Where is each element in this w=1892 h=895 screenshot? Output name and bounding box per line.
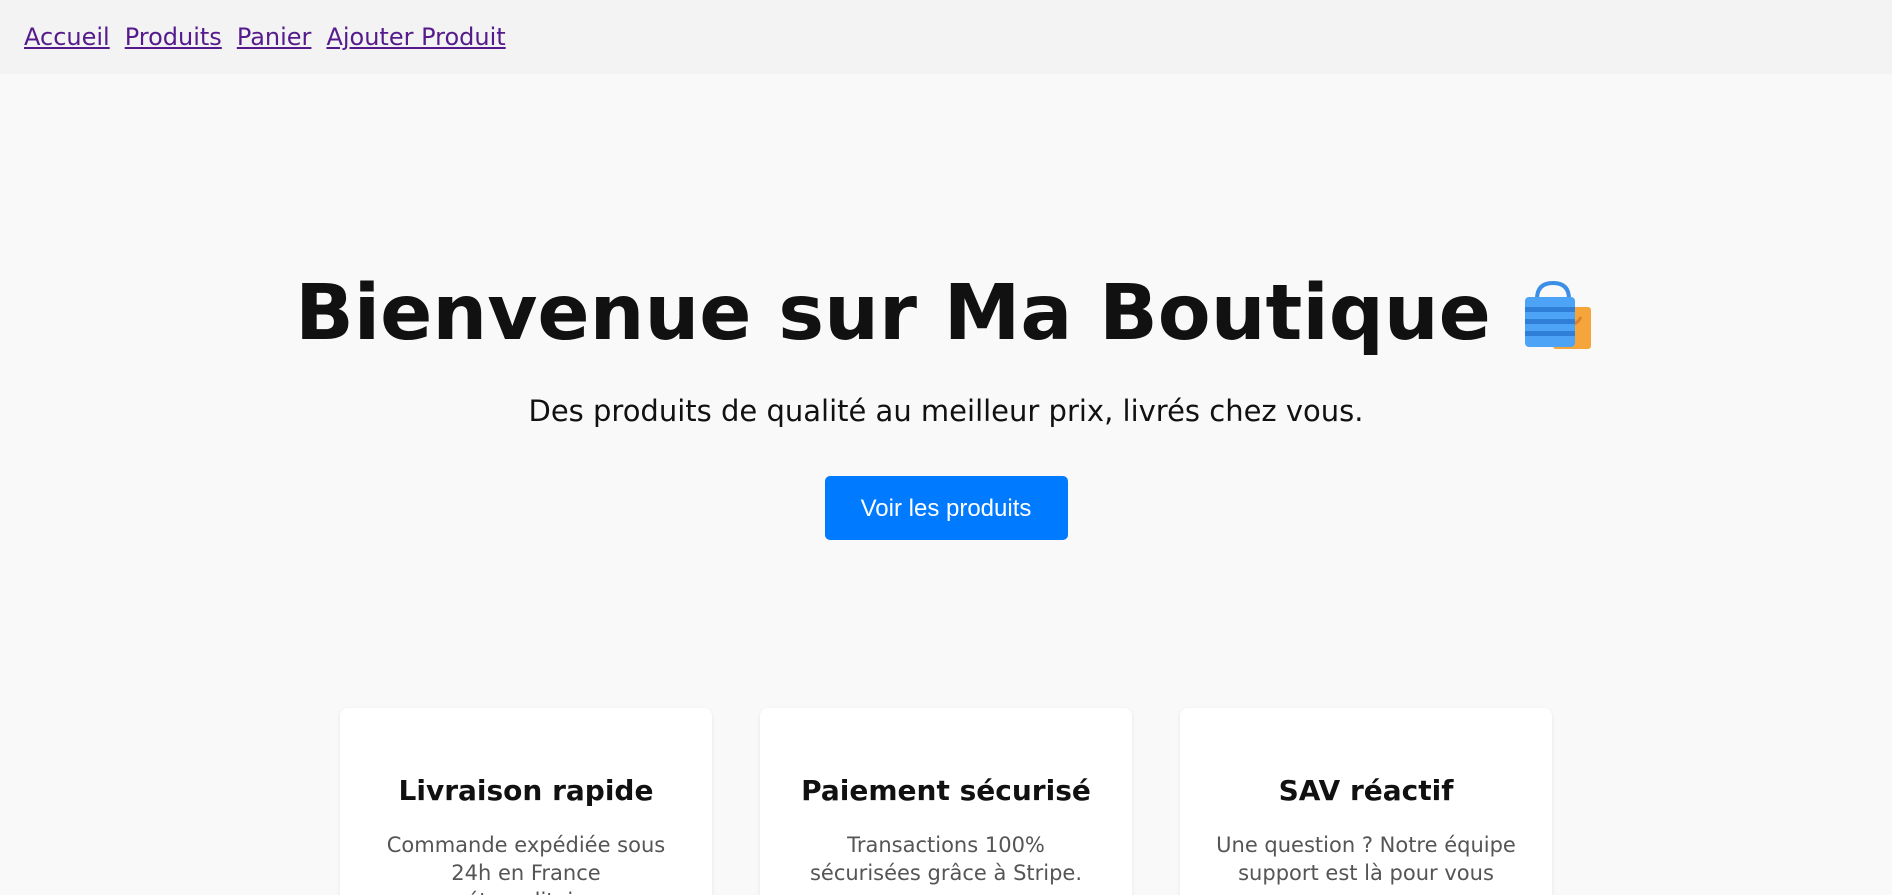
feature-card-livraison: Livraison rapide Commande expédiée sous … <box>340 708 712 895</box>
feature-card-paiement: Paiement sécurisé Transactions 100% sécu… <box>760 708 1132 895</box>
shopping-bags-icon <box>1519 277 1597 355</box>
feature-description: Une question ? Notre équipe support est … <box>1216 833 1516 885</box>
features-section: Livraison rapide Commande expédiée sous … <box>0 708 1892 895</box>
nav-link-ajouter-produit[interactable]: Ajouter Produit <box>326 23 505 51</box>
feature-title: Livraison rapide <box>398 774 654 807</box>
view-products-button[interactable]: Voir les produits <box>824 476 1068 540</box>
top-navigation: Accueil Produits Panier Ajouter Produit <box>0 0 1892 74</box>
nav-link-produits[interactable]: Produits <box>125 23 222 51</box>
nav-link-panier[interactable]: Panier <box>237 23 312 51</box>
feature-description: Commande expédiée sous 24h en France mét… <box>386 833 666 895</box>
nav-link-accueil[interactable]: Accueil <box>24 23 110 51</box>
feature-title: Paiement sécurisé <box>801 774 1091 807</box>
hero-title: Bienvenue sur Ma Boutique <box>295 268 1491 358</box>
hero-subtitle: Des produits de qualité au meilleur prix… <box>528 394 1364 428</box>
feature-description: Transactions 100% sécurisées grâce à Str… <box>809 833 1083 885</box>
feature-card-sav: SAV réactif Une question ? Notre équipe … <box>1180 708 1552 895</box>
hero-section: Bienvenue sur Ma Boutique Des produits d… <box>0 74 1892 540</box>
hero-heading: Bienvenue sur Ma Boutique <box>295 274 1597 352</box>
feature-title: SAV réactif <box>1278 774 1454 807</box>
